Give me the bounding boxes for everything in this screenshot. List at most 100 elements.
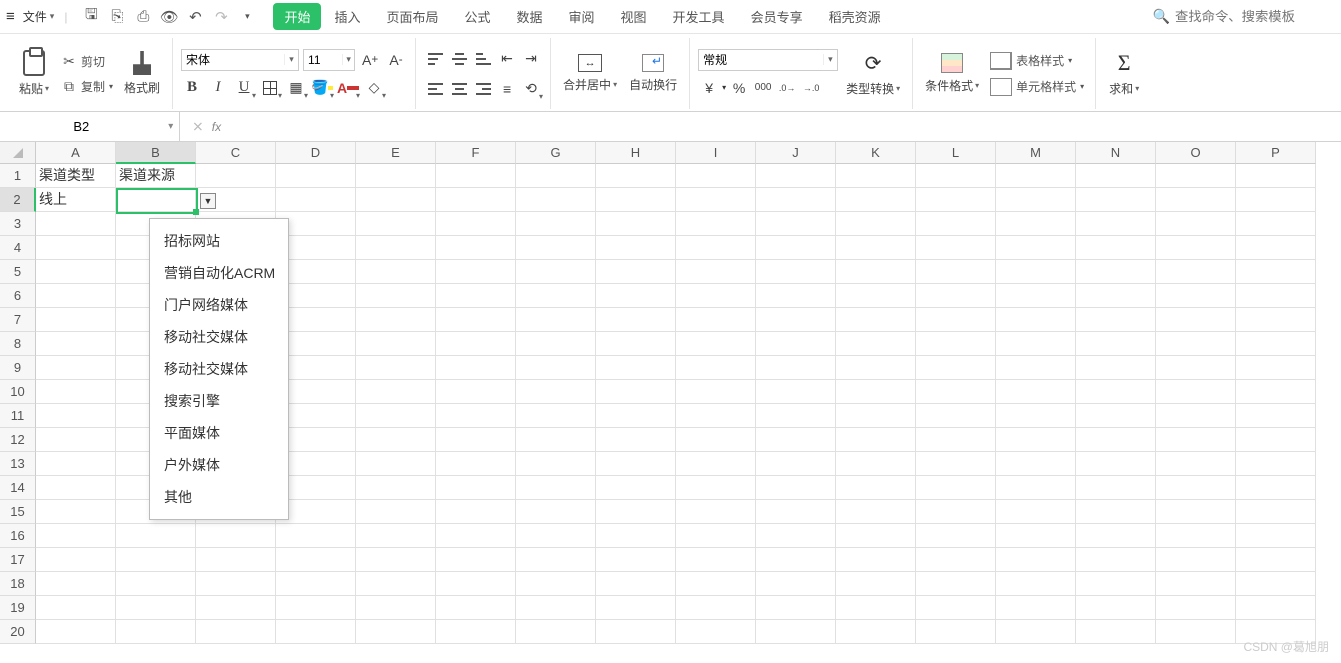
- cell-P3[interactable]: [1236, 212, 1316, 236]
- col-header-L[interactable]: L: [916, 142, 996, 164]
- row-header-8[interactable]: 8: [0, 332, 36, 356]
- numfmt-input[interactable]: [699, 53, 823, 67]
- cell-L5[interactable]: [916, 260, 996, 284]
- cell-N15[interactable]: [1076, 500, 1156, 524]
- cell-N20[interactable]: [1076, 620, 1156, 644]
- cell-K7[interactable]: [836, 308, 916, 332]
- cell-J16[interactable]: [756, 524, 836, 548]
- cell-L17[interactable]: [916, 548, 996, 572]
- cell-O4[interactable]: [1156, 236, 1236, 260]
- cell-O15[interactable]: [1156, 500, 1236, 524]
- currency-button[interactable]: ¥: [698, 77, 720, 99]
- cell-D18[interactable]: [276, 572, 356, 596]
- row-header-13[interactable]: 13: [0, 452, 36, 476]
- col-header-B[interactable]: B: [116, 142, 196, 164]
- cell-P18[interactable]: [1236, 572, 1316, 596]
- copy-button[interactable]: ⧉复制▾: [58, 76, 116, 97]
- cell-H13[interactable]: [596, 452, 676, 476]
- percent-button[interactable]: %: [728, 77, 750, 99]
- cell-H10[interactable]: [596, 380, 676, 404]
- cell-B18[interactable]: [116, 572, 196, 596]
- increase-font-button[interactable]: A+: [359, 49, 381, 71]
- row-header-14[interactable]: 14: [0, 476, 36, 500]
- cell-P5[interactable]: [1236, 260, 1316, 284]
- cell-A5[interactable]: [36, 260, 116, 284]
- cell-P10[interactable]: [1236, 380, 1316, 404]
- cell-J3[interactable]: [756, 212, 836, 236]
- tab-4[interactable]: 数据: [504, 1, 556, 32]
- cell-M12[interactable]: [996, 428, 1076, 452]
- cell-H9[interactable]: [596, 356, 676, 380]
- indent-dec-button[interactable]: ⇤: [496, 48, 518, 70]
- cell-H14[interactable]: [596, 476, 676, 500]
- cell-O9[interactable]: [1156, 356, 1236, 380]
- cell-P2[interactable]: [1236, 188, 1316, 212]
- cell-L18[interactable]: [916, 572, 996, 596]
- cell-E4[interactable]: [356, 236, 436, 260]
- cell-E6[interactable]: [356, 284, 436, 308]
- comma-button[interactable]: 000: [752, 77, 774, 99]
- cell-P6[interactable]: [1236, 284, 1316, 308]
- cell-L6[interactable]: [916, 284, 996, 308]
- cell-G7[interactable]: [516, 308, 596, 332]
- row-header-9[interactable]: 9: [0, 356, 36, 380]
- cell-J9[interactable]: [756, 356, 836, 380]
- cell-M10[interactable]: [996, 380, 1076, 404]
- cell-I2[interactable]: [676, 188, 756, 212]
- cell-L1[interactable]: [916, 164, 996, 188]
- cell-K17[interactable]: [836, 548, 916, 572]
- cell-E14[interactable]: [356, 476, 436, 500]
- cell-G11[interactable]: [516, 404, 596, 428]
- cell-N9[interactable]: [1076, 356, 1156, 380]
- cell-D20[interactable]: [276, 620, 356, 644]
- col-header-F[interactable]: F: [436, 142, 516, 164]
- cell-A18[interactable]: [36, 572, 116, 596]
- dropdown-item-8[interactable]: 其他: [150, 481, 288, 513]
- cell-I3[interactable]: [676, 212, 756, 236]
- cell-A6[interactable]: [36, 284, 116, 308]
- cell-H18[interactable]: [596, 572, 676, 596]
- cell-M3[interactable]: [996, 212, 1076, 236]
- cell-B17[interactable]: [116, 548, 196, 572]
- cell-K9[interactable]: [836, 356, 916, 380]
- cell-N16[interactable]: [1076, 524, 1156, 548]
- cell-O12[interactable]: [1156, 428, 1236, 452]
- table-style-button[interactable]: 表格样式▾: [987, 50, 1087, 72]
- cell-H6[interactable]: [596, 284, 676, 308]
- cell-F4[interactable]: [436, 236, 516, 260]
- align-center-button[interactable]: [448, 78, 470, 100]
- row-header-5[interactable]: 5: [0, 260, 36, 284]
- cell-F12[interactable]: [436, 428, 516, 452]
- cell-E8[interactable]: [356, 332, 436, 356]
- cell-P13[interactable]: [1236, 452, 1316, 476]
- cell-C1[interactable]: [196, 164, 276, 188]
- cell-I11[interactable]: [676, 404, 756, 428]
- cell-H20[interactable]: [596, 620, 676, 644]
- print-icon[interactable]: ⎙: [133, 7, 153, 27]
- cell-P7[interactable]: [1236, 308, 1316, 332]
- cell-A14[interactable]: [36, 476, 116, 500]
- cell-M16[interactable]: [996, 524, 1076, 548]
- cell-F17[interactable]: [436, 548, 516, 572]
- cell-L7[interactable]: [916, 308, 996, 332]
- cell-K4[interactable]: [836, 236, 916, 260]
- name-box-arrow-icon[interactable]: ▾: [163, 121, 179, 132]
- cell-P1[interactable]: [1236, 164, 1316, 188]
- name-box[interactable]: ▾: [0, 112, 180, 141]
- border-button[interactable]: ▾: [259, 77, 281, 99]
- cell-H11[interactable]: [596, 404, 676, 428]
- cell-M4[interactable]: [996, 236, 1076, 260]
- cell-O6[interactable]: [1156, 284, 1236, 308]
- cell-M15[interactable]: [996, 500, 1076, 524]
- cell-L11[interactable]: [916, 404, 996, 428]
- cell-P14[interactable]: [1236, 476, 1316, 500]
- cell-F13[interactable]: [436, 452, 516, 476]
- cell-E1[interactable]: [356, 164, 436, 188]
- align-top-button[interactable]: [424, 48, 446, 70]
- tab-9[interactable]: 稻壳资源: [816, 1, 894, 32]
- cell-G3[interactable]: [516, 212, 596, 236]
- row-header-6[interactable]: 6: [0, 284, 36, 308]
- cell-H7[interactable]: [596, 308, 676, 332]
- cell-N19[interactable]: [1076, 596, 1156, 620]
- cell-G15[interactable]: [516, 500, 596, 524]
